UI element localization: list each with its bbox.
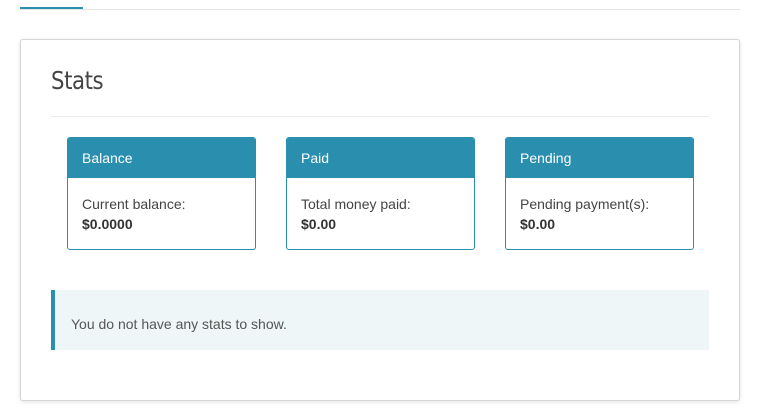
- paid-card: Paid Total money paid: $0.00: [286, 137, 475, 250]
- card-label: Total money paid:: [301, 196, 411, 212]
- card-label: Current balance:: [82, 196, 186, 212]
- pending-card: Pending Pending payment(s): $0.00: [505, 137, 694, 250]
- top-tab-bar: [20, 0, 740, 10]
- active-tab-indicator: [20, 7, 83, 9]
- panel-divider: [51, 116, 709, 117]
- stats-cards: Balance Current balance: $0.0000 Paid To…: [67, 137, 694, 250]
- card-label: Pending payment(s):: [520, 196, 650, 212]
- empty-stats-notice: You do not have any stats to show.: [51, 290, 709, 350]
- card-body: Current balance: $0.0000: [68, 178, 255, 234]
- stats-panel: Stats Balance Current balance: $0.0000 P…: [20, 39, 740, 401]
- card-header: Pending: [506, 138, 693, 178]
- card-value: $0.00: [301, 216, 337, 232]
- card-body: Pending payment(s): $0.00: [506, 178, 693, 234]
- card-header: Paid: [287, 138, 474, 178]
- card-body: Total money paid: $0.00: [287, 178, 474, 234]
- card-value: $0.0000: [82, 216, 133, 232]
- notice-text: You do not have any stats to show.: [71, 316, 287, 332]
- card-value: $0.00: [520, 216, 556, 232]
- balance-card: Balance Current balance: $0.0000: [67, 137, 256, 250]
- panel-title: Stats: [51, 66, 104, 95]
- card-header: Balance: [68, 138, 255, 178]
